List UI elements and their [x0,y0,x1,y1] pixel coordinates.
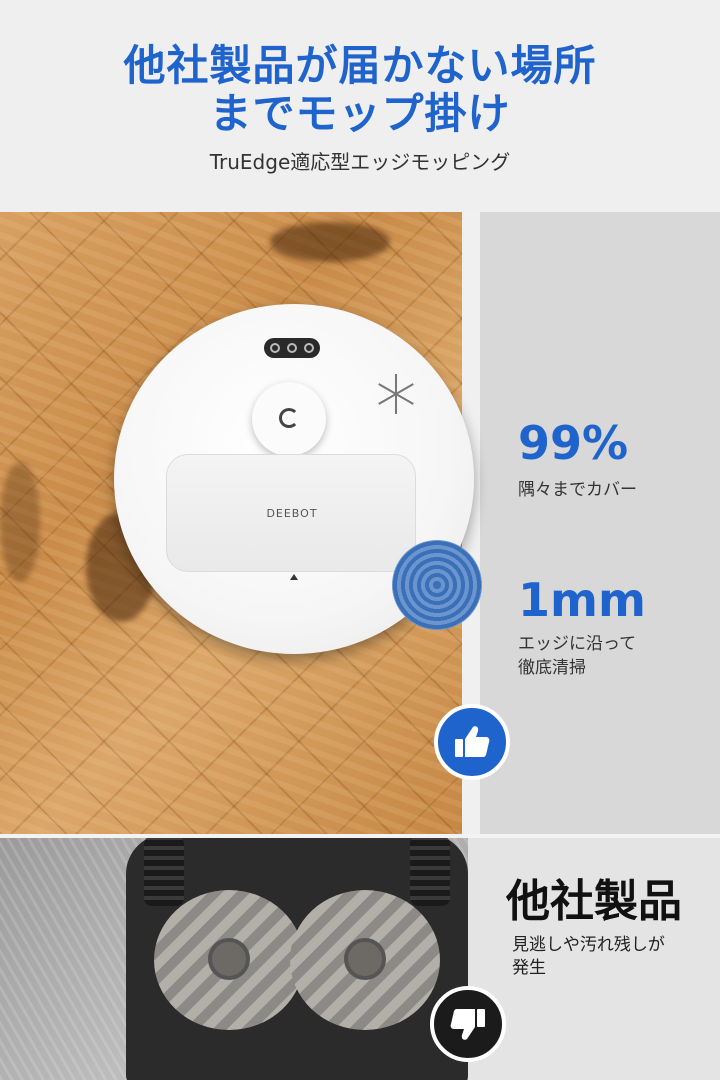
robot-brand-label: DEEBOT [266,507,318,520]
thumbs-down-icon [430,986,506,1062]
stat-coverage-value: 99% [518,416,629,470]
competitor-robot-image [126,838,468,1080]
stat-coverage-label: 隅々までカバー [518,480,637,500]
subtitle: TruEdge適応型エッジモッピング [209,150,511,174]
robot-lidar-sensor [252,382,326,456]
side-brush-icon [376,374,416,414]
competitor-floor-image [0,838,468,1080]
extending-mop-pad [392,540,482,630]
product-section: DEEBOT 99% 隅々までカバー 1mm エッジに沿って 徹底清掃 [0,212,720,834]
headline-line-1: 他社製品が届かない場所 [123,41,597,90]
robot-control-buttons [264,338,320,358]
robot-arrow-icon [290,574,298,580]
stat-edge-label-line-2: 徹底清掃 [518,658,586,678]
competitor-desc-line-2: 発生 [512,958,546,978]
competitor-desc-line-1: 見逃しや汚れ残しが [512,935,665,955]
header: 他社製品が届かない場所 までモップ掛け TruEdge適応型エッジモッピング [0,0,720,212]
stat-edge-label-line-1: エッジに沿って [518,634,637,654]
headline-line-2: までモップ掛け [209,89,511,138]
robot-vacuum-image: DEEBOT [114,304,482,654]
stat-edge-value: 1mm [518,573,646,627]
robot-lid: DEEBOT [166,454,416,572]
thumbs-up-icon [434,704,510,780]
competitor-title: 他社製品 [506,876,682,927]
